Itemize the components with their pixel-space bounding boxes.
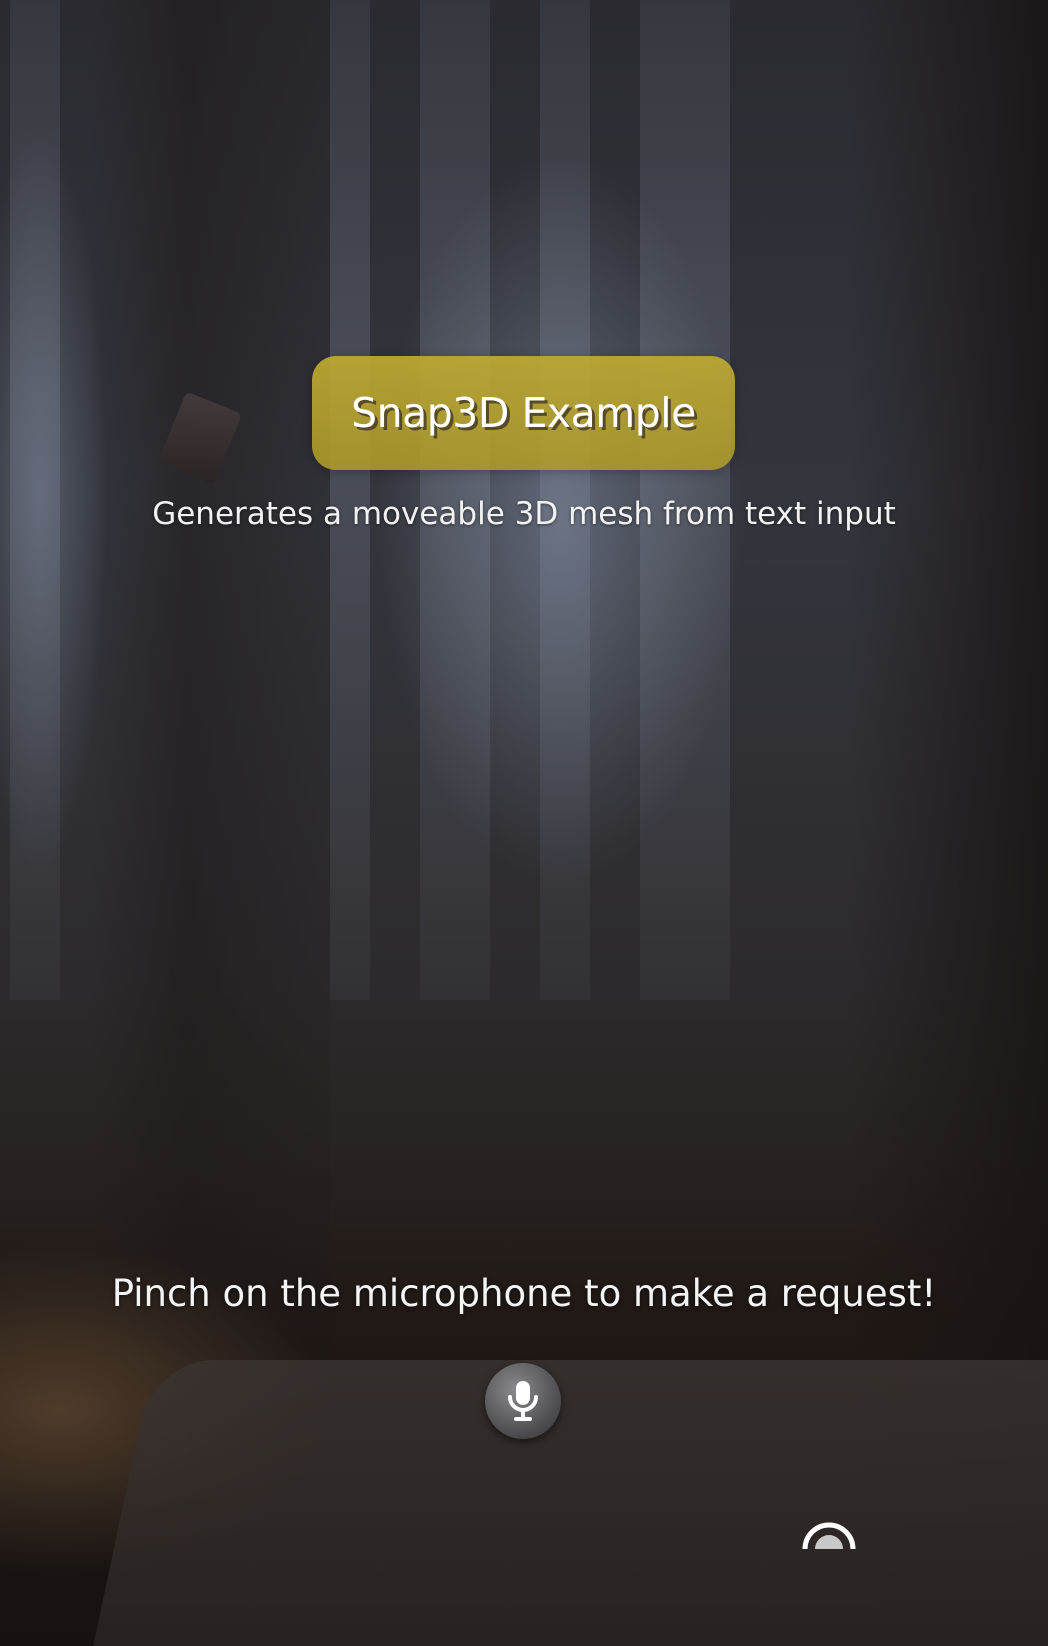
page-title: Snap3D Example bbox=[351, 389, 696, 437]
title-panel: Snap3D Example bbox=[312, 356, 735, 470]
hand-anchor-icon[interactable] bbox=[801, 1515, 857, 1549]
page-subtitle: Generates a moveable 3D mesh from text i… bbox=[152, 496, 896, 532]
bed bbox=[85, 1360, 1048, 1646]
microphone-button[interactable] bbox=[485, 1363, 561, 1439]
instruction-text: Pinch on the microphone to make a reques… bbox=[111, 1272, 937, 1315]
microphone-icon bbox=[508, 1381, 538, 1421]
ar-scene: Snap3D Example Generates a moveable 3D m… bbox=[0, 0, 1048, 1646]
